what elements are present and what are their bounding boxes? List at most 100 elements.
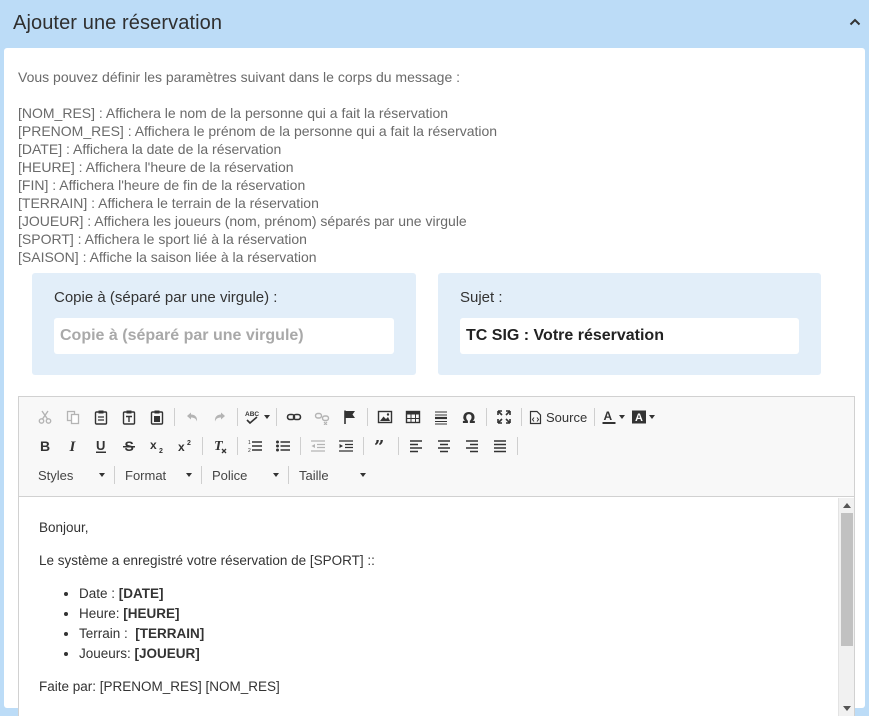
source-button[interactable]: Source <box>525 404 591 430</box>
horizontal-rule-icon[interactable] <box>427 404 455 430</box>
toolbar-row-1: ABC Ω Source A A <box>31 404 658 430</box>
toolbar-row-3: Styles Format Police Taille <box>31 462 372 488</box>
list-item: Date : [DATE] <box>79 584 204 604</box>
editor-scrollbar[interactable] <box>838 498 854 716</box>
copy-label: Copie à (séparé par une virgule) : <box>54 289 278 306</box>
increase-indent-icon[interactable] <box>332 433 360 459</box>
italic-icon[interactable]: I <box>59 433 87 459</box>
background-color-button[interactable]: A <box>628 404 658 430</box>
body-signature: Faite par: [PRENOM_RES] [NOM_RES] <box>39 679 280 694</box>
unlink-icon[interactable] <box>308 404 336 430</box>
special-char-omega-icon[interactable]: Ω <box>455 404 483 430</box>
svg-text:”: ” <box>374 438 384 454</box>
align-center-icon[interactable] <box>430 433 458 459</box>
cut-icon[interactable] <box>31 404 59 430</box>
styles-label: Styles <box>38 467 74 483</box>
align-justify-icon[interactable] <box>486 433 514 459</box>
list-item: Heure: [HEURE] <box>79 604 204 624</box>
svg-text:ABC: ABC <box>245 411 259 418</box>
paste-word-icon[interactable] <box>143 404 171 430</box>
font-dropdown[interactable]: Police <box>205 463 285 487</box>
section-header[interactable]: Ajouter une réservation <box>0 0 869 48</box>
blockquote-icon[interactable]: ” <box>367 433 395 459</box>
image-icon[interactable] <box>371 404 399 430</box>
superscript-icon[interactable]: x2 <box>171 433 199 459</box>
redo-icon[interactable] <box>206 404 234 430</box>
param-line: [JOUEUR] : Affichera les joueurs (nom, p… <box>18 213 467 229</box>
chevron-down-icon <box>186 473 192 477</box>
parameters-help: Vous pouvez définir les paramètres suiva… <box>18 68 848 266</box>
styles-dropdown[interactable]: Styles <box>31 463 111 487</box>
bold-icon[interactable]: B <box>31 433 59 459</box>
parameters-heading: Vous pouvez définir les paramètres suiva… <box>18 69 461 85</box>
subject-label: Sujet : <box>460 289 503 306</box>
remove-format-icon[interactable]: T <box>206 433 234 459</box>
param-line: [SAISON] : Affiche la saison liée à la r… <box>18 249 317 265</box>
strikethrough-icon[interactable]: S <box>115 433 143 459</box>
align-left-icon[interactable] <box>402 433 430 459</box>
svg-text:I: I <box>69 439 77 454</box>
source-label: Source <box>546 409 588 425</box>
chevron-down-icon <box>99 473 105 477</box>
link-icon[interactable] <box>280 404 308 430</box>
param-line: [NOM_RES] : Affichera le nom de la perso… <box>18 105 449 121</box>
svg-text:1: 1 <box>248 440 251 446</box>
numbered-list-icon[interactable]: 12 <box>241 433 269 459</box>
body-greeting: Bonjour, <box>39 520 89 535</box>
subscript-icon[interactable]: x2 <box>143 433 171 459</box>
spellcheck-icon[interactable]: ABC <box>241 404 273 430</box>
subject-field-group: Sujet : <box>438 273 821 375</box>
body-details-list: Date : [DATE] Heure: [HEURE] Terrain : [… <box>39 584 204 664</box>
param-line: [HEURE] : Affichera l'heure de la réserv… <box>18 159 294 175</box>
text-color-icon: A <box>602 409 616 424</box>
body-intro-line: Le système a enregistré votre réservatio… <box>39 553 375 568</box>
param-line: [TERRAIN] : Affichera le terrain de la r… <box>18 195 319 211</box>
toolbar-row-2: B I U S x2 x2 T <box>31 433 521 459</box>
scroll-up-icon[interactable] <box>843 503 851 508</box>
chevron-down-icon <box>273 473 279 477</box>
svg-text:A: A <box>635 412 643 424</box>
rich-text-editor: ABC Ω Source A A B I U x 2 x 2 T 1 2 ” S… <box>18 396 855 716</box>
bulleted-list-icon[interactable] <box>269 433 297 459</box>
size-dropdown[interactable]: Taille <box>292 463 372 487</box>
param-line: [PRENOM_RES] : Affichera le prénom de la… <box>18 123 498 139</box>
svg-text:2: 2 <box>248 448 251 454</box>
undo-icon[interactable] <box>178 404 206 430</box>
align-right-icon[interactable] <box>458 433 486 459</box>
scroll-down-icon[interactable] <box>843 706 851 711</box>
paste-text-icon[interactable] <box>115 404 143 430</box>
decrease-indent-icon[interactable] <box>304 433 332 459</box>
copy-input[interactable] <box>54 318 394 354</box>
format-label: Format <box>125 467 167 483</box>
svg-text:B: B <box>40 438 50 454</box>
param-line: [FIN] : Affichera l'heure de fin de la r… <box>18 177 306 193</box>
table-icon[interactable] <box>399 404 427 430</box>
param-line: [DATE] : Affichera la date de la réserva… <box>18 141 282 157</box>
svg-text:U: U <box>96 438 105 453</box>
text-color-button[interactable]: A <box>598 404 628 430</box>
chevron-up-icon[interactable] <box>847 14 863 30</box>
chevron-down-icon <box>360 473 366 477</box>
param-line: [SPORT] : Affichera le sport lié à la ré… <box>18 231 307 247</box>
copy-icon[interactable] <box>59 404 87 430</box>
reservation-panel: Vous pouvez définir les paramètres suiva… <box>4 48 865 716</box>
editor-toolbar: ABC Ω Source A A B I U x 2 x 2 T 1 2 ” S… <box>19 397 854 497</box>
format-dropdown[interactable]: Format <box>118 463 198 487</box>
subject-input[interactable] <box>460 318 799 354</box>
background-color-icon: A <box>632 410 647 424</box>
size-label: Taille <box>299 467 329 483</box>
paste-icon[interactable] <box>87 404 115 430</box>
svg-text:2: 2 <box>187 440 191 447</box>
svg-text:x: x <box>150 438 157 452</box>
maximize-icon[interactable] <box>490 404 518 430</box>
scrollbar-thumb[interactable] <box>841 513 853 646</box>
list-item: Joueurs: [JOUEUR] <box>79 644 204 664</box>
svg-text:A: A <box>604 409 613 423</box>
svg-text:Ω: Ω <box>463 409 476 425</box>
section-title: Ajouter une réservation <box>13 12 223 34</box>
editor-content[interactable]: Bonjour, Le système a enregistré votre r… <box>19 498 838 716</box>
underline-icon[interactable]: U <box>87 433 115 459</box>
anchor-flag-icon[interactable] <box>336 404 364 430</box>
source-document-icon <box>529 410 542 424</box>
svg-text:2: 2 <box>159 448 163 454</box>
